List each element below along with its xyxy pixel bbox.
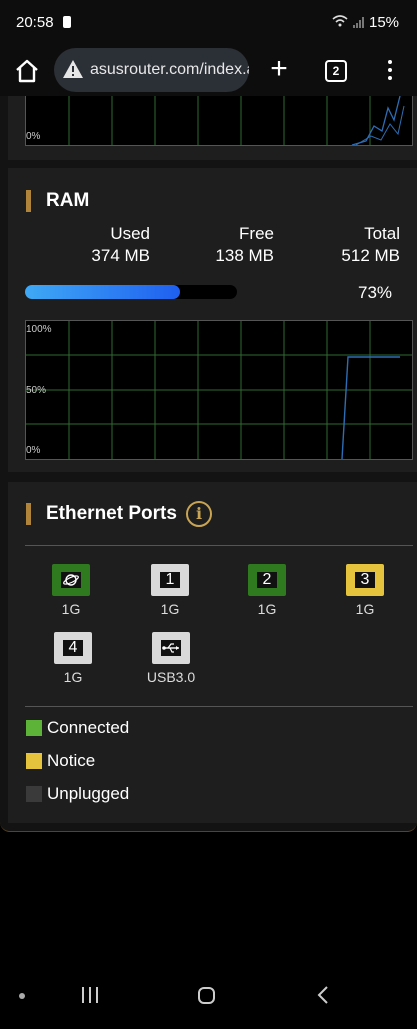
port-usb[interactable]: USB3.0: [131, 632, 211, 685]
port-icon: 2: [248, 564, 286, 596]
cpu-graph-min-label: 0%: [26, 131, 41, 142]
port-lan-3[interactable]: 3 1G: [325, 564, 405, 617]
port-speed-label: 1G: [355, 601, 375, 617]
ram-used-label: Used: [110, 224, 150, 243]
globe-icon: [61, 572, 81, 588]
divider: [25, 545, 413, 546]
port-speed-label: 1G: [63, 669, 83, 685]
legend-swatch: [26, 753, 42, 769]
port-speed-label: 1G: [61, 601, 81, 617]
status-bar: 20:58 15%: [0, 0, 417, 46]
port-lan-2[interactable]: 2 1G: [227, 564, 307, 617]
ethernet-panel: Ethernet Ports i 1G 1 1G 2 1G 3 1G 4 1G …: [8, 482, 417, 823]
ram-graph-label-mid: 50%: [26, 385, 47, 396]
port-number: 2: [257, 572, 277, 588]
port-icon: [152, 632, 190, 664]
port-speed-label: 1G: [257, 601, 277, 617]
port-icon: [52, 564, 90, 596]
url-text: asusrouter.com/index.a: [90, 61, 249, 78]
cpu-usage-graph: 0%: [25, 96, 413, 146]
lock-icon: [63, 16, 71, 28]
legend-label: Connected: [47, 718, 130, 737]
legend-label: Unplugged: [47, 784, 130, 803]
ram-usage-graph: 100% 50% 0%: [25, 320, 413, 460]
ram-graph-label-bottom: 0%: [26, 445, 41, 456]
ram-free-label: Free: [239, 224, 274, 243]
warning-icon: [62, 59, 84, 84]
status-time: 20:58: [16, 14, 54, 31]
home-nav-icon: [198, 987, 215, 1004]
ram-progress-bar: [25, 285, 237, 299]
divider: [25, 706, 413, 707]
home-icon: [16, 59, 38, 83]
ram-percent: 73%: [358, 283, 393, 302]
new-tab-button[interactable]: +: [266, 54, 292, 84]
info-icon[interactable]: i: [186, 501, 212, 527]
section-accent-bar: [26, 503, 31, 525]
ram-usage-line: [341, 356, 400, 459]
ram-title-text: RAM: [46, 190, 90, 211]
back-icon: [317, 986, 328, 1004]
legend-label: Notice: [47, 751, 96, 770]
recents-icon: [82, 987, 98, 1003]
legend-swatch: [26, 720, 42, 736]
tab-switcher-button[interactable]: 2: [325, 60, 347, 82]
port-wan[interactable]: 1G: [31, 564, 111, 617]
ram-total-value: 512 MB: [341, 246, 400, 265]
wifi-icon: [332, 14, 348, 31]
port-number: 1: [160, 572, 180, 588]
usb-icon: [161, 640, 181, 656]
cpu-panel: 0%: [8, 96, 417, 160]
battery-percent: 15%: [369, 14, 400, 31]
port-icon: 1: [151, 564, 189, 596]
port-speed-label: 1G: [160, 601, 180, 617]
ethernet-title-text: Ethernet Ports: [46, 503, 177, 524]
port-lan-1[interactable]: 1 1G: [130, 564, 210, 617]
ram-panel: RAM Used 374 MB Free 138 MB Total 512 MB…: [8, 168, 417, 472]
ram-used-value: 374 MB: [91, 246, 150, 265]
section-accent-bar: [26, 190, 31, 212]
ram-total-label: Total: [364, 224, 400, 243]
port-icon: 4: [54, 632, 92, 664]
address-bar[interactable]: asusrouter.com/index.a: [54, 48, 249, 92]
port-lan-4[interactable]: 4 1G: [33, 632, 113, 685]
port-speed-label: USB3.0: [146, 669, 196, 685]
system-nav-bar: [0, 960, 417, 1024]
signal-icon: [352, 16, 364, 34]
port-number: 4: [63, 640, 83, 656]
nav-dot-icon: [19, 993, 25, 999]
ram-progress-fill: [25, 285, 180, 299]
home-button[interactable]: [14, 58, 40, 84]
port-icon: 3: [346, 564, 384, 596]
ram-graph-label-top: 100%: [26, 324, 52, 335]
port-number: 3: [355, 572, 375, 588]
legend-swatch: [26, 786, 42, 802]
ram-free-value: 138 MB: [215, 246, 274, 265]
browser-toolbar: asusrouter.com/index.a + 2: [0, 46, 417, 96]
page-content: 0% RAM Used 374 MB Free 138 MB Total 512…: [0, 96, 417, 832]
overflow-menu-button[interactable]: [380, 57, 400, 85]
